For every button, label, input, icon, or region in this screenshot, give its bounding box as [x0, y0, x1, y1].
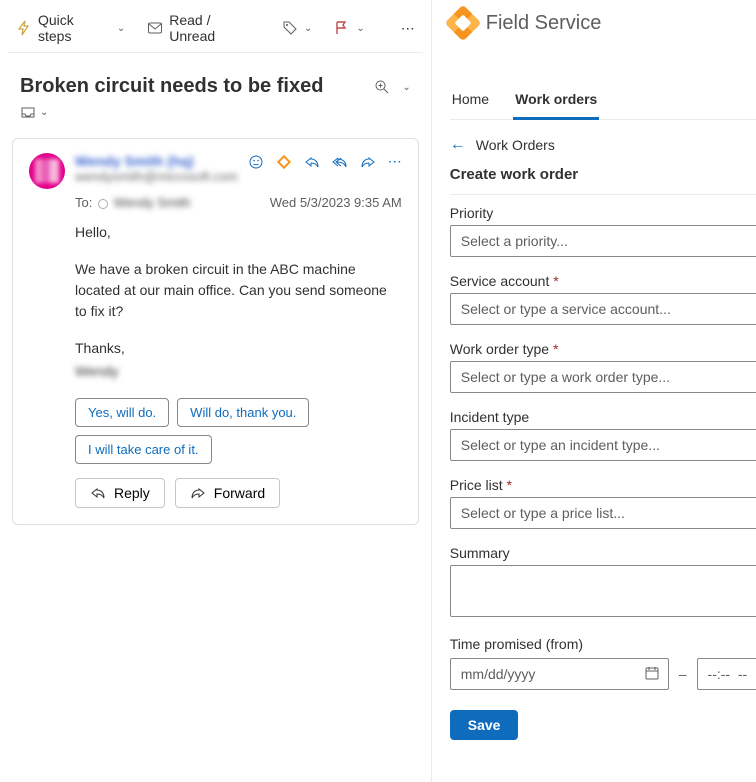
range-dash: –	[679, 666, 687, 682]
lightning-icon	[16, 20, 32, 36]
save-button[interactable]: Save	[450, 710, 519, 740]
priority-select[interactable]: ⌄	[450, 225, 756, 257]
incident-type-input[interactable]	[459, 436, 756, 454]
smiley-icon[interactable]	[248, 154, 264, 170]
body-signoff: Thanks,	[75, 338, 402, 359]
back-icon[interactable]: ←	[450, 136, 466, 154]
time-input[interactable]	[706, 665, 756, 683]
email-body: Hello, We have a broken circuit in the A…	[75, 222, 402, 382]
price-list-lookup[interactable]	[450, 497, 756, 529]
fs-tabs: Home Work orders	[450, 83, 756, 120]
reply-label: Reply	[114, 485, 150, 501]
presence-icon	[98, 199, 108, 209]
tag-icon	[282, 20, 298, 36]
sender-name: Wendy Smith (hq)	[75, 153, 238, 169]
priority-label: Priority	[450, 205, 756, 221]
service-account-input[interactable]	[459, 300, 756, 318]
to-label: To:	[75, 195, 92, 210]
quick-reply-1[interactable]: Will do, thank you.	[177, 398, 309, 427]
chevron-down-icon: ⌄	[304, 23, 312, 34]
incident-type-lookup[interactable]	[450, 429, 756, 461]
time-promised-label: Time promised (from)	[450, 636, 756, 652]
chevron-down-icon: ⌄	[117, 23, 125, 34]
service-account-label: Service account *	[450, 273, 756, 289]
reply-all-icon[interactable]	[332, 154, 348, 170]
quick-steps-button[interactable]: Quick steps ⌄	[8, 8, 133, 48]
chevron-down-icon[interactable]: ⌄	[40, 107, 48, 118]
chevron-down-icon: ⌄	[356, 23, 364, 34]
read-unread-button[interactable]: Read / Unread	[139, 8, 268, 48]
email-subject: Broken circuit needs to be fixed	[20, 75, 323, 98]
reply-icon[interactable]	[304, 154, 320, 170]
field-service-pane: Field Service ✕ ⋯ Home Work orders ← Wor…	[432, 0, 756, 782]
mail-toolbar: Quick steps ⌄ Read / Unread ⌄ ⌄ ⋯	[8, 4, 423, 53]
date-input[interactable]	[459, 665, 644, 683]
price-list-input[interactable]	[459, 504, 756, 522]
page-title: Create work order	[450, 166, 578, 183]
service-account-lookup[interactable]	[450, 293, 756, 325]
calendar-icon	[644, 665, 660, 684]
inbox-icon[interactable]	[20, 104, 36, 120]
message-card: Wendy Smith (hq) wendysmith@microsoft.co…	[12, 138, 419, 525]
summary-label: Summary	[450, 545, 756, 561]
more-icon: ⋯	[401, 20, 415, 37]
body-main: We have a broken circuit in the ABC mach…	[75, 259, 402, 322]
subject-row: Broken circuit needs to be fixed ⌄ ⌄	[8, 65, 423, 130]
quick-reply-0[interactable]: Yes, will do.	[75, 398, 169, 427]
date-input-wrap[interactable]	[450, 658, 669, 690]
more-icon[interactable]: ⋯	[388, 153, 402, 170]
summary-textarea[interactable]	[450, 565, 756, 617]
chevron-down-icon[interactable]: ⌄	[402, 82, 410, 93]
work-order-type-input[interactable]	[459, 368, 756, 386]
forward-icon[interactable]	[360, 154, 376, 170]
reply-icon	[90, 485, 106, 501]
priority-input[interactable]	[459, 232, 756, 250]
tag-button[interactable]: ⌄	[274, 16, 320, 40]
body-sig-name: Wendy	[75, 361, 118, 382]
mail-pane: Quick steps ⌄ Read / Unread ⌄ ⌄ ⋯	[0, 0, 432, 782]
avatar	[29, 153, 65, 189]
forward-label: Forward	[214, 485, 265, 501]
work-order-type-label: Work order type *	[450, 341, 756, 357]
flag-button[interactable]: ⌄	[326, 16, 372, 40]
work-order-type-lookup[interactable]	[450, 361, 756, 393]
email-timestamp: Wed 5/3/2023 9:35 AM	[270, 195, 402, 210]
flag-icon	[334, 20, 350, 36]
more-button[interactable]: ⋯	[393, 16, 423, 41]
quick-steps-label: Quick steps	[38, 12, 111, 44]
reply-button[interactable]: Reply	[75, 478, 165, 508]
incident-type-label: Incident type	[450, 409, 756, 425]
breadcrumb: Work Orders	[476, 137, 555, 153]
tab-work-orders[interactable]: Work orders	[513, 83, 599, 120]
quick-reply-2[interactable]: I will take care of it.	[75, 435, 212, 464]
body-greeting: Hello,	[75, 222, 402, 243]
sender-email: wendysmith@microsoft.com	[75, 169, 238, 184]
price-list-label: Price list *	[450, 477, 756, 493]
read-unread-label: Read / Unread	[169, 12, 260, 44]
zoom-icon[interactable]	[374, 79, 390, 95]
forward-button[interactable]: Forward	[175, 478, 280, 508]
tab-home[interactable]: Home	[450, 83, 491, 119]
time-input-wrap[interactable]	[697, 658, 756, 690]
forward-icon	[190, 485, 206, 501]
field-service-icon[interactable]	[276, 154, 292, 170]
field-service-title: Field Service	[486, 12, 602, 35]
quick-replies: Yes, will do. Will do, thank you. I will…	[75, 398, 402, 464]
envelope-icon	[147, 20, 163, 36]
to-name: Wendy Smith	[114, 195, 191, 210]
